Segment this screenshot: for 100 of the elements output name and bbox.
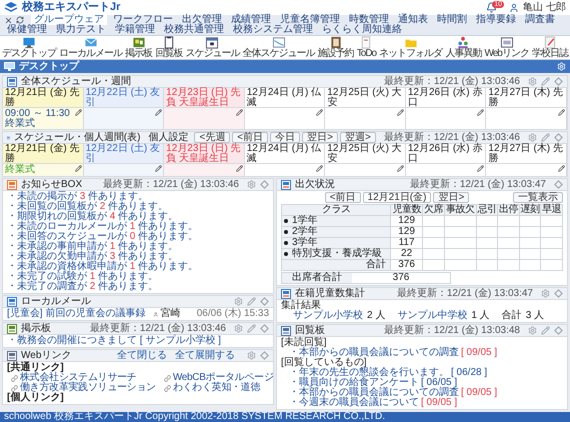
menu-tab[interactable]: 通知表 [395,15,431,25]
refresh-icon[interactable] [16,16,24,24]
user-name[interactable]: 亀山 七郎 [523,2,566,12]
notice-link[interactable]: ・未回答のスケジュールが 0 件あります。 [7,232,269,242]
notice-link[interactable]: ・未承認の欠勤申請が 3 件あります。 [7,252,269,262]
pencil-icon[interactable] [316,165,324,172]
settings-label[interactable]: 個人設定 [148,132,188,142]
menu-tab[interactable]: ワークフロー [110,15,176,25]
settings-icon[interactable] [528,326,537,335]
pencil-icon[interactable] [155,109,162,116]
collapse-icon[interactable] [554,326,563,335]
day-header[interactable]: 12月27日 (木) 先勝 [486,88,566,108]
day-header[interactable]: 12月27日 (木) 先勝 [486,144,566,164]
collapse-icon[interactable] [554,133,563,142]
collapse-icon[interactable] [260,297,269,306]
collapse-icon[interactable] [260,324,269,333]
web-link[interactable]: 株式会社システムリサーチ [20,373,136,383]
circular-link[interactable]: ・今週末の職員会議について [289,398,419,408]
prev-day-button[interactable]: <前日 [324,192,361,203]
menu-tab[interactable]: 校務共通管理 [161,25,227,35]
pencil-icon[interactable] [477,109,484,116]
date-field[interactable]: 12月21日(金) [362,192,432,203]
web-link[interactable]: わくわく英知・道徳 [172,383,260,393]
settings-icon[interactable] [541,289,550,298]
notice-link[interactable]: ・未完了の調査が 2 件あります。 [7,282,269,292]
menu-tab[interactable]: らくらく周知連絡 [319,25,405,35]
school-name[interactable]: サンプル小学校 [293,311,363,321]
bulletin-link[interactable]: ・教務会の開催につきまして [ サンプル小学校 ] [3,335,273,347]
toolbar-button[interactable]: スケジュール [185,36,240,59]
day-cell[interactable] [164,164,244,176]
menu-tab[interactable]: 出欠管理 [179,15,225,25]
collapse-all-link[interactable]: 全て閉じる [117,350,167,360]
notice-link[interactable]: ・未承認の事前申請が 1 件あります。 [7,242,269,252]
menu-tab[interactable]: 校務システム管理 [230,25,316,35]
toolbar-button[interactable]: 掲示板 [125,36,152,59]
circular-link[interactable]: ・年末の先生の懇談会を行います。 [289,368,449,378]
collapse-icon[interactable] [554,77,563,86]
pencil-icon[interactable] [236,109,243,116]
day-cell[interactable]: 09:00 ～ 11:30 終業式 [3,108,83,129]
menu-tab[interactable]: 学籍管理 [112,25,158,35]
menu-tab[interactable]: 成績管理 [228,15,274,25]
pencil-icon[interactable] [396,109,404,116]
notice-link[interactable]: ・未読のローカルメールが 1 件あります。 [7,222,269,232]
toolbar-button[interactable]: ToDo [356,36,376,59]
menu-tab[interactable]: 保健管理 [4,25,50,35]
day-cell[interactable] [84,164,164,176]
close-icon[interactable] [4,16,13,24]
pencil-icon[interactable] [155,165,162,172]
day-header[interactable]: 12月23日 (日) 先負 天皇誕生日 [164,144,244,164]
toolbar-button[interactable]: 人事異動 [445,36,482,59]
settings-icon[interactable] [528,77,537,86]
circular-link[interactable]: ・本部からの職員会議についての調査 [289,388,459,398]
day-header[interactable]: 12月23日 (日) 先負 天皇誕生日 [164,88,244,108]
day-header[interactable]: 12月21日 (金) 先勝 [3,144,83,164]
toolbar-button[interactable]: ローカルメール [59,36,122,59]
day-header[interactable]: 12月24日 (月) 仏滅 [244,144,324,164]
menu-tab[interactable]: 時数管理 [346,15,392,25]
event-text[interactable]: 09:00 ～ 11:30 [5,109,81,119]
day-header[interactable]: 12月25日 (火) 大安 [325,88,405,108]
toolbar-button[interactable]: 施設予約 [318,36,354,59]
pencil-icon[interactable] [558,165,565,172]
toolbar-button[interactable]: ネットフォルダ [379,36,442,59]
settings-icon[interactable] [247,180,256,189]
mail-subject[interactable]: [児童会] 前回の児童会の議事録 [7,309,146,319]
collapse-icon[interactable] [554,289,563,298]
toolbar-button[interactable]: 回覧板 [155,36,182,59]
expand-all-link[interactable]: 全て展開する [175,350,235,360]
pencil-icon[interactable] [316,109,324,116]
day-header[interactable]: 12月24日 (月) 仏滅 [244,88,324,108]
nav-button[interactable]: 翌週> [340,132,376,143]
day-header[interactable]: 12月21日 (金) 先勝 [3,88,83,108]
menu-tab[interactable]: グループウェア [31,15,107,25]
collapse-icon[interactable] [260,180,269,189]
day-header[interactable]: 12月25日 (火) 大安 [325,144,405,164]
nav-button[interactable]: <前日 [232,132,268,143]
circular-link[interactable]: ・職員向けの給食アンケート [289,378,419,388]
toolbar-button[interactable]: Webリンク [484,36,529,59]
day-header[interactable]: 12月26日 (水) 赤口 [406,88,486,108]
pencil-icon[interactable] [558,109,565,116]
notice-link[interactable]: ・未承認の資格休暇申請が 1 件あります。 [7,262,269,272]
collapse-icon[interactable] [260,351,269,360]
settings-icon[interactable] [247,351,256,360]
pencil-icon[interactable] [477,165,484,172]
menu-tab[interactable]: 時間割 [434,15,470,25]
day-header[interactable]: 12月22日 (土) 友引 [84,144,164,164]
nav-button[interactable]: 翌日> [302,132,338,143]
day-header[interactable]: 12月26日 (水) 赤口 [406,144,486,164]
pencil-icon[interactable] [396,165,404,172]
event-text[interactable]: 終業式 [5,119,81,129]
pencil-icon[interactable] [74,165,82,172]
day-cell[interactable] [84,108,164,129]
notice-link[interactable]: ・期限切れの回覧板が 4 件あります。 [7,212,269,222]
circular-link[interactable]: ・本部からの職員会議についての調査 [289,348,459,358]
day-header[interactable]: 12月22日 (土) 友引 [84,88,164,108]
toolbar-button[interactable]: 学校日誌 [532,36,568,59]
menu-tab[interactable]: 指導要録 [473,15,519,25]
menu-tab[interactable]: 調査書 [522,15,558,25]
notice-link[interactable]: ・未完了の試験が 1 件あります。 [7,272,269,282]
list-view-button[interactable]: 一覧表示 [513,192,563,203]
collapse-icon[interactable] [554,180,563,189]
